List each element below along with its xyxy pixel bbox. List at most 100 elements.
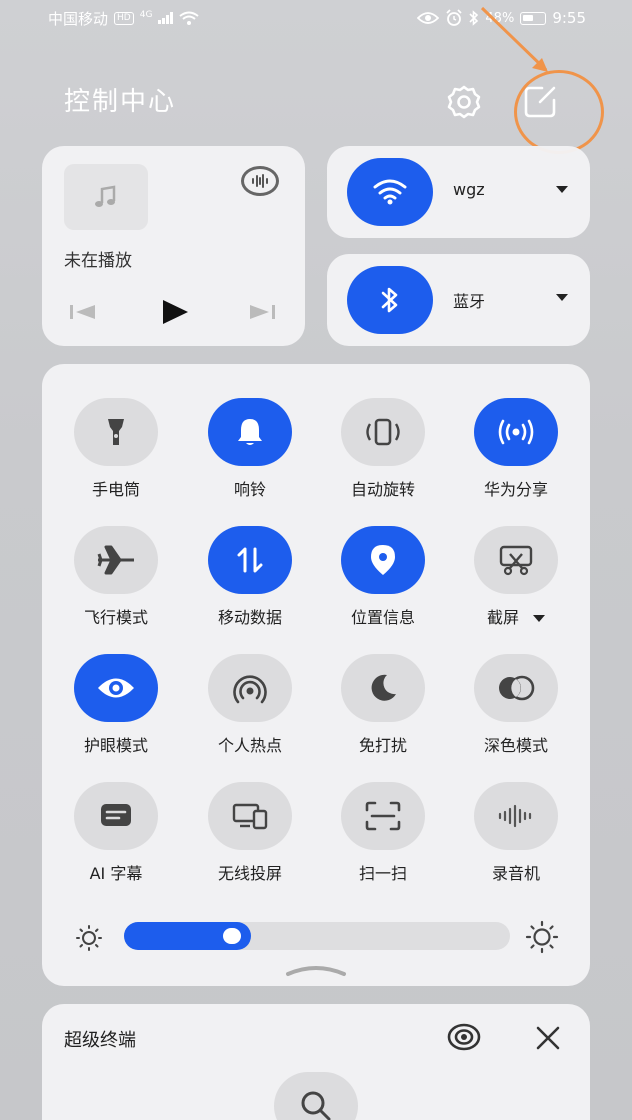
play-button[interactable] (160, 298, 190, 330)
media-title: 未在播放 (64, 251, 132, 271)
super-device-card: 超级终端 (42, 1004, 590, 1120)
tile-location-circle[interactable] (341, 526, 425, 594)
carrier-name: 中国移动 (48, 9, 109, 28)
tile-auto-rotate-circle[interactable] (341, 398, 425, 466)
collapse-handle[interactable] (284, 962, 348, 982)
tile-recorder[interactable]: 录音机 (456, 782, 576, 892)
bluetooth-toggle[interactable] (347, 266, 433, 334)
tile-eye-comfort-circle[interactable] (74, 654, 158, 722)
tile-label: 华为分享 (483, 480, 548, 499)
skip-previous-icon (70, 305, 95, 319)
tile-label: 截屏 (456, 604, 576, 628)
tile-dark-mode-circle[interactable] (474, 654, 558, 722)
eye-status-icon (417, 12, 440, 24)
tile-hotspot-circle[interactable] (208, 654, 292, 722)
album-art (64, 164, 148, 230)
tile-dark-mode[interactable]: 深色模式 (456, 654, 576, 764)
tile-label: 移动数据 (217, 608, 282, 627)
chevron-up-icon (286, 966, 346, 976)
annotation-circle (514, 70, 604, 154)
sound-wave-icon (252, 174, 268, 188)
play-icon (163, 300, 188, 324)
tile-screenshot-text: 截屏 (486, 608, 519, 627)
tile-label: 自动旋转 (350, 480, 415, 499)
brightness-slider-thumb[interactable] (223, 928, 241, 944)
tile-flashlight[interactable]: 手电筒 (56, 398, 176, 508)
tile-label: 位置信息 (350, 608, 415, 627)
wifi-status-icon (179, 11, 199, 25)
hotspot-icon (233, 675, 267, 704)
music-note-icon (95, 185, 116, 207)
wifi-card[interactable]: wgz (327, 146, 590, 238)
tile-eye-comfort[interactable]: 护眼模式 (56, 654, 176, 764)
eye-icon (98, 678, 134, 698)
brightness-slider[interactable] (124, 922, 510, 950)
tile-wireless-projection[interactable]: 无线投屏 (190, 782, 310, 892)
page-title: 控制中心 (64, 87, 177, 117)
tile-ring-circle[interactable] (208, 398, 292, 466)
tile-ring[interactable]: 响铃 (190, 398, 310, 508)
tile-label: AI 字幕 (89, 864, 143, 883)
tile-screenshot-circle[interactable] (474, 526, 558, 594)
subtitle-icon (101, 804, 131, 826)
tile-wireless-projection-circle[interactable] (208, 782, 292, 850)
tile-hotspot[interactable]: 个人热点 (190, 654, 310, 764)
super-device-connect-button[interactable] (446, 1022, 482, 1056)
tile-auto-rotate[interactable]: 自动旋转 (323, 398, 443, 508)
settings-button[interactable] (444, 82, 484, 122)
tile-huawei-share-circle[interactable] (474, 398, 558, 466)
previous-button[interactable] (68, 302, 98, 326)
wifi-expand-icon[interactable] (556, 186, 568, 193)
mobile-data-icon (237, 547, 263, 573)
super-device-search-button[interactable] (274, 1072, 358, 1120)
airplane-icon (97, 545, 134, 575)
tile-mobile-data-circle[interactable] (208, 526, 292, 594)
location-icon (371, 545, 395, 575)
gear-icon (447, 85, 481, 119)
tile-label: 免打扰 (358, 736, 407, 755)
tile-flashlight-circle[interactable] (74, 398, 158, 466)
super-device-title: 超级终端 (64, 1030, 136, 1051)
skip-next-icon (250, 305, 275, 319)
tile-label: 飞行模式 (83, 608, 148, 627)
share-icon (498, 419, 534, 445)
wifi-icon (373, 179, 407, 205)
media-card[interactable]: 未在播放 (42, 146, 305, 346)
tile-airplane-mode[interactable]: 飞行模式 (56, 526, 176, 636)
bluetooth-card[interactable]: 蓝牙 (327, 254, 590, 346)
tile-label: 录音机 (491, 864, 540, 883)
tile-label: 个人热点 (217, 736, 282, 755)
next-button[interactable] (247, 302, 277, 326)
target-icon (447, 1023, 481, 1051)
tile-label: 响铃 (233, 480, 266, 499)
close-icon (536, 1026, 560, 1050)
scan-icon (365, 801, 401, 831)
wifi-toggle[interactable] (347, 158, 433, 226)
audio-output-button[interactable] (241, 166, 279, 196)
tile-mobile-data[interactable]: 移动数据 (190, 526, 310, 636)
quick-settings-panel: 手电筒 响铃 自动旋转 华为分享 飞行模式 移动数据 位置信息 截屏 护眼模式 … (42, 364, 590, 986)
rotate-icon (366, 418, 400, 446)
brightness-high-icon (525, 920, 559, 954)
tile-do-not-disturb[interactable]: 免打扰 (323, 654, 443, 764)
brightness-control (72, 920, 560, 956)
tile-scan-circle[interactable] (341, 782, 425, 850)
control-center-header: 控制中心 (64, 82, 592, 122)
recorder-icon (498, 804, 532, 828)
tile-huawei-share[interactable]: 华为分享 (456, 398, 576, 508)
super-device-close-button[interactable] (534, 1024, 562, 1056)
tile-recorder-circle[interactable] (474, 782, 558, 850)
tile-scan[interactable]: 扫一扫 (323, 782, 443, 892)
tile-location[interactable]: 位置信息 (323, 526, 443, 636)
tile-ai-subtitle-circle[interactable] (74, 782, 158, 850)
bluetooth-expand-icon[interactable] (556, 294, 568, 301)
tile-screenshot[interactable]: 截屏 (456, 526, 576, 636)
brightness-low-icon (76, 925, 102, 951)
tile-label: 无线投屏 (217, 864, 282, 883)
tile-ai-subtitle[interactable]: AI 字幕 (56, 782, 176, 892)
tile-airplane-mode-circle[interactable] (74, 526, 158, 594)
tile-label: 深色模式 (483, 736, 548, 755)
screenshot-expand-icon[interactable] (533, 615, 545, 622)
bell-icon (238, 419, 262, 445)
tile-do-not-disturb-circle[interactable] (341, 654, 425, 722)
